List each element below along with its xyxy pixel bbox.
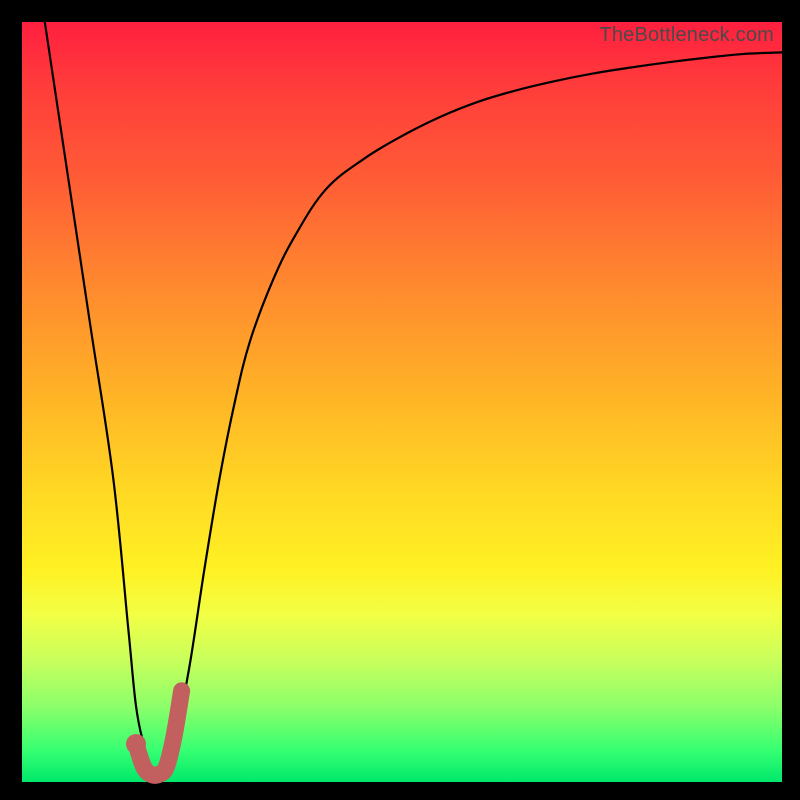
accent-j-curve [136, 691, 182, 776]
accent-dot [126, 734, 146, 754]
curve-layer [22, 22, 782, 782]
bottleneck-curve [45, 22, 782, 774]
plot-area: TheBottleneck.com [22, 22, 782, 782]
chart-frame: TheBottleneck.com [0, 0, 800, 800]
